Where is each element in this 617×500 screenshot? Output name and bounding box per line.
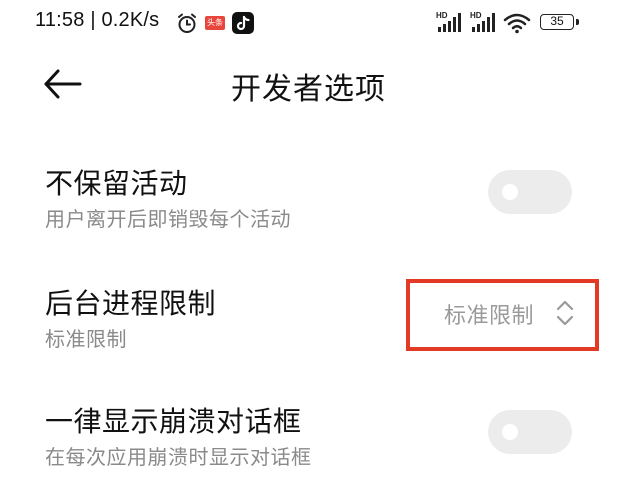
alarm-icon (178, 13, 196, 33)
page-title: 开发者选项 (231, 72, 386, 107)
toggle-dont-keep-activities[interactable] (488, 170, 572, 214)
setting-subtitle: 标准限制 (45, 327, 127, 351)
status-bar: 11:58 | 0.2K/s 头条 HD HD 35 (0, 0, 617, 44)
signal-2-label: HD (470, 11, 482, 20)
tiktok-icon (232, 12, 254, 34)
battery-icon: 35 (540, 14, 574, 30)
setting-title: 不保留活动 (45, 167, 188, 200)
dropdown-value[interactable]: 标准限制 (444, 298, 534, 330)
setting-title: 一律显示崩溃对话框 (45, 405, 302, 438)
setting-always-show-crash-dialog[interactable]: 一律显示崩溃对话框 在每次应用崩溃时显示对话框 (0, 390, 617, 490)
toggle-always-show-crash-dialog[interactable] (488, 410, 572, 454)
signal-1-label: HD (436, 11, 448, 20)
chevron-up-down-icon[interactable] (554, 297, 576, 329)
setting-subtitle: 用户离开后即销毁每个活动 (45, 207, 291, 231)
toggle-knob (502, 184, 518, 200)
setting-dont-keep-activities[interactable]: 不保留活动 用户离开后即销毁每个活动 (0, 150, 617, 250)
toggle-knob (502, 424, 518, 440)
battery-tip (576, 19, 579, 25)
wifi-icon (503, 13, 531, 34)
news-app-icon: 头条 (205, 16, 225, 30)
status-time: 11:58 | 0.2K/s (35, 9, 160, 31)
setting-subtitle: 在每次应用崩溃时显示对话框 (45, 445, 312, 469)
header: 开发者选项 (0, 44, 617, 124)
setting-title: 后台进程限制 (45, 287, 217, 320)
signal-icon: HD (470, 11, 495, 32)
signal-icon: HD (436, 11, 461, 32)
